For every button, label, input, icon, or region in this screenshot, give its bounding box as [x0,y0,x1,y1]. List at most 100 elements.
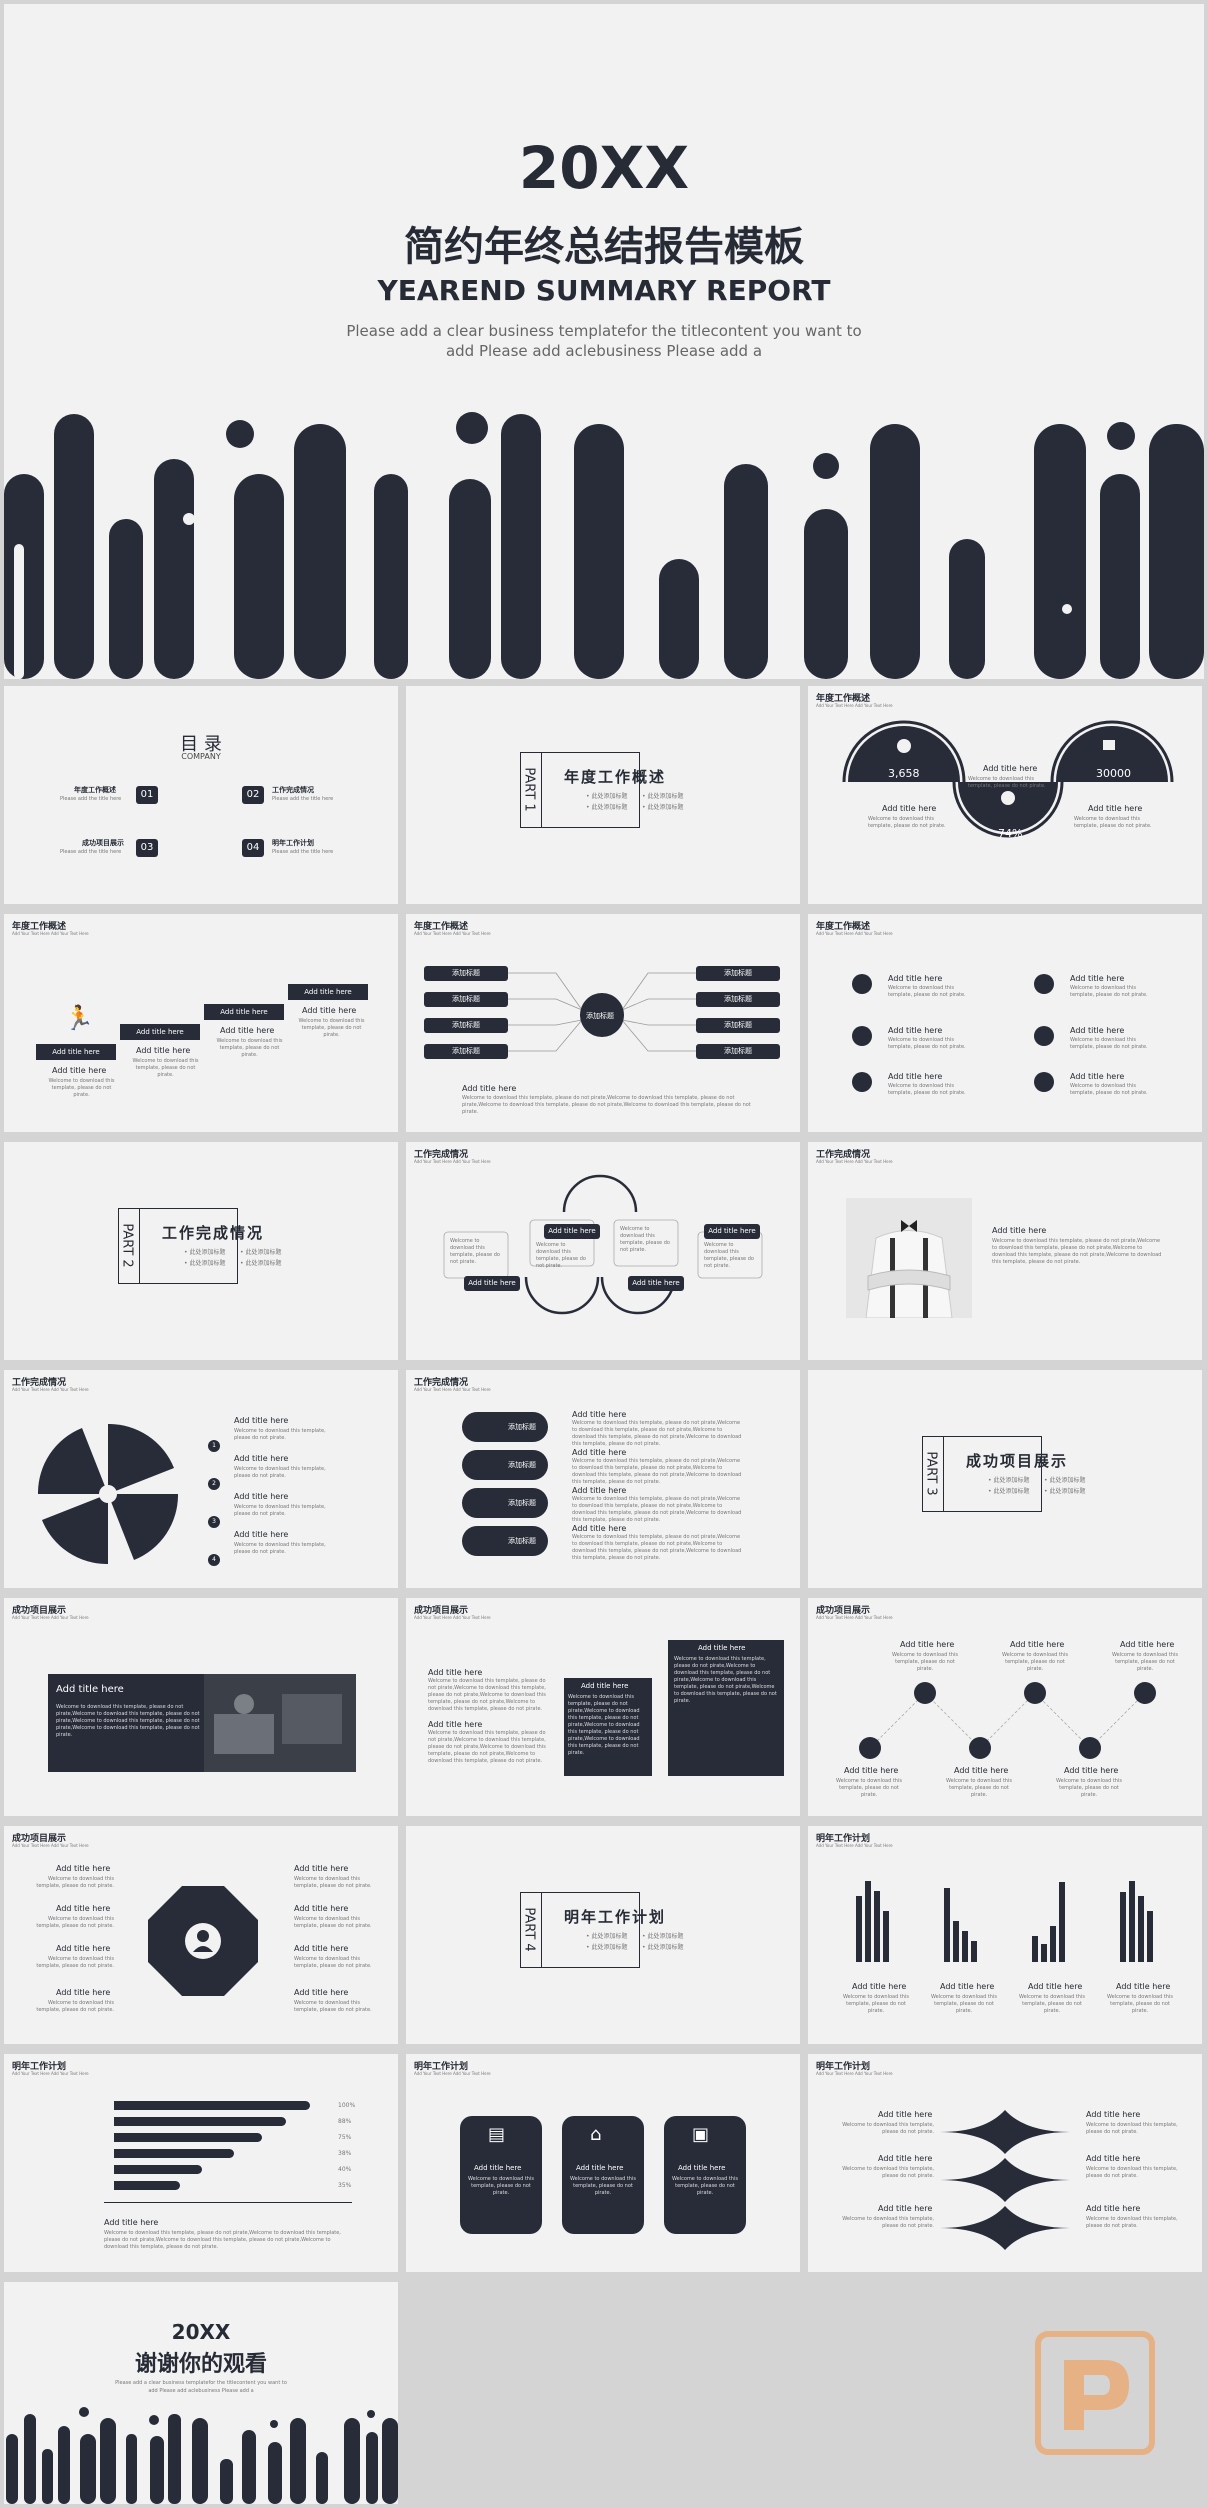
pinwheel-body-2: Welcome to download this template, pleas… [234,1466,326,1479]
photo-slide: 工作完成情况 Add Your Text Here Add Your Text … [808,1142,1202,1360]
part1-item-2: • 此处添加标题 [586,804,628,811]
octagon-title-r4: Add title here [294,1988,349,1997]
toc-item-4-sub: Please add the title here [272,849,334,855]
octagon-title-l4: Add title here [56,1988,111,1997]
step-2-pill: Add title here [120,1024,200,1040]
pinwheel-title-3: Add title here [234,1492,289,1501]
cards-header-sub: Add Your Text Here Add Your Text Here [414,2071,491,2076]
hbar-6 [114,2181,180,2190]
hub-tag-r4: 添加标题 [696,1044,780,1059]
end-title: 谢谢你的观看 [134,2352,267,2377]
iconlist-title-4: Add title here [1070,974,1125,983]
part1-item-1: • 此处添加标题 [586,793,628,800]
part1-box-right [542,752,640,828]
card-2-title: Add title here [576,2164,624,2172]
step-4-pill: Add title here [288,984,368,1000]
bargroup-body-2: Welcome to download this template, pleas… [931,1994,997,2014]
taglist-title-3: Add title here [572,1486,627,1495]
taglist-title-2: Add title here [572,1448,627,1457]
cover-title-cn: 简约年终总结报告模板 [404,224,804,270]
cycle-body-4: Welcome to download this template, pleas… [704,1242,754,1269]
diamonds-title-r1: Add title here [1086,2110,1141,2119]
books-icon: ▤ [488,2124,506,2145]
photo-header-sub: Add Your Text Here Add Your Text Here [816,1159,893,1164]
hbar-4-pct: 38% [338,2150,352,2157]
part2-slide: PART 2 工作完成情况 • 此处添加标题 • 此处添加标题 • 此处添加标题… [4,1142,398,1360]
stats-body-3: Welcome to download this template, pleas… [1074,816,1152,829]
note-icon [852,1026,872,1046]
diamonds-title-r2: Add title here [1086,2154,1141,2163]
columns-body-1: Welcome to download this template, pleas… [428,1678,546,1712]
octagon-title-r1: Add title here [294,1864,349,1873]
zigzag-title-top-1: Add title here [900,1640,955,1649]
stats-header-sub: Add Your Text Here Add Your Text Here [816,703,893,708]
hub-tag-l1: 添加标题 [424,966,508,981]
step-1-body: Welcome to download this template, pleas… [48,1078,115,1098]
cover-bars-graphic [4,412,1204,679]
hbars-header-sub: Add Your Text Here Add Your Text Here [12,2071,89,2076]
toc-item-4-label: 明年工作计划 [272,839,314,847]
hub-tag-r3: 添加标题 [696,1018,780,1033]
zigzag-title-bot-1: Add title here [844,1766,899,1775]
taglist-pill-2: 添加标题 [462,1450,548,1480]
diamonds-title-l1: Add title here [878,2110,933,2119]
music-icon [852,974,872,994]
cycle-pill-2: Add title here [544,1224,600,1239]
runner-icon: 🏃 [64,1004,94,1032]
part3-item-4: • 此处添加标题 [1044,1488,1086,1495]
part2-label: PART 2 [119,1223,135,1268]
diamonds-body-r1: Welcome to download this template, pleas… [1086,2122,1178,2135]
columns-body-2: Welcome to download this template, pleas… [428,1730,546,1764]
hbars-title: Add title here [104,2218,159,2227]
toc-item-2-sub: Please add the title here [272,796,334,802]
step-4-body: Welcome to download this template, pleas… [298,1018,365,1038]
iconlist-body-3: Welcome to download this template, pleas… [888,1083,966,1096]
iconlist-body-6: Welcome to download this template, pleas… [1070,1083,1148,1096]
iconlist-header-sub: Add Your Text Here Add Your Text Here [816,931,893,936]
toc-item-3-sub: Please add the title here [60,849,122,855]
hub-title: Add title here [462,1084,517,1093]
hbar-3 [114,2133,262,2142]
zigzag-title-bot-2: Add title here [954,1766,1009,1775]
hbars-body: Welcome to download this template, pleas… [104,2230,341,2250]
taglist-title-4: Add title here [572,1524,627,1533]
cycle-pill-1: Add title here [464,1276,520,1291]
part3-item-1: • 此处添加标题 [988,1477,1030,1484]
hbar-4 [114,2149,234,2158]
pinwheel-title-4: Add title here [234,1530,289,1539]
info-icon [1034,1072,1054,1092]
card-2-body: Welcome to download this template, pleas… [570,2176,636,2196]
part1-item-3: • 此处添加标题 [642,793,684,800]
end-sub2: add Please add aclebusiness Please add a [148,2388,254,2394]
octagon-body-l1: Welcome to download this template, pleas… [36,1876,114,1889]
taglist-pill-4: 添加标题 [462,1526,548,1556]
octagon-body-l3: Welcome to download this template, pleas… [36,1956,114,1969]
cycle-body-2: Welcome to download this template, pleas… [536,1242,586,1269]
part1-slide: PART 1 年度工作概述 • 此处添加标题 • 此处添加标题 • 此处添加标题… [406,686,800,904]
bargroup-title-2: Add title here [940,1982,995,1991]
toc-item-1-sub: Please add the title here [60,796,122,802]
octagon-title-l3: Add title here [56,1944,111,1953]
toc-item-2-num: 02 [242,786,264,804]
step-num-2: 2 [208,1478,220,1490]
iconlist-title-1: Add title here [888,974,943,983]
toc-item-3-num: 03 [136,839,158,857]
toc-item-1-num: 01 [136,786,158,804]
stats-value-1: 3,658 [888,767,920,780]
cycle-body-1: Welcome to download this template, pleas… [450,1238,500,1265]
part1-item-4: • 此处添加标题 [642,804,684,811]
part2-title: 工作完成情况 [162,1224,265,1242]
cover-sub1: Please add a clear business templatefor … [346,322,862,340]
end-sub1: Please add a clear business templatefor … [115,2380,287,2386]
step-2-title: Add title here [136,1046,191,1055]
part3-box-right [944,1436,1042,1512]
iconlist-body-4: Welcome to download this template, pleas… [1070,985,1148,998]
bargroup-title-3: Add title here [1028,1982,1083,1991]
pinwheel-graphic [38,1424,178,1564]
octagon-title-l2: Add title here [56,1904,111,1913]
hbar-3-pct: 75% [338,2134,352,2141]
diamonds-graphic [940,2110,1070,2250]
stats-slide: 年度工作概述 Add Your Text Here Add Your Text … [808,686,1202,904]
bargroups-slide: 明年工作计划 Add Your Text Here Add Your Text … [808,1826,1202,2044]
octagon-body-l2: Welcome to download this template, pleas… [36,1916,114,1929]
